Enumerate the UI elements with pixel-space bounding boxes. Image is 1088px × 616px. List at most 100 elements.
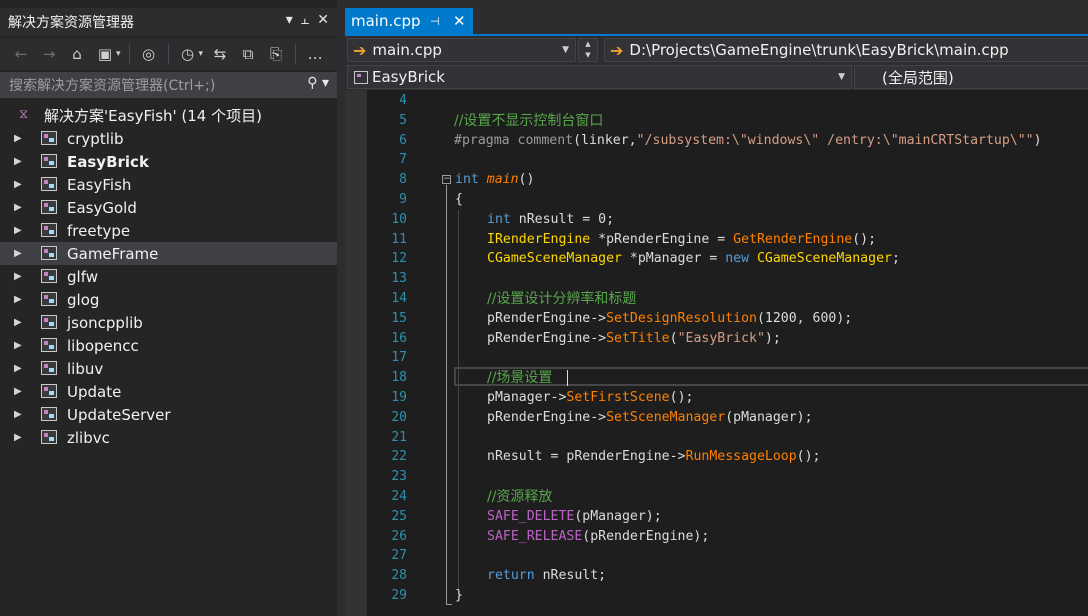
line-number: 24: [391, 489, 407, 504]
expand-arrow-icon[interactable]: ▶: [14, 294, 22, 305]
cpp-project-icon: [41, 407, 57, 421]
code-line-open-brace: {: [455, 192, 463, 207]
globe-icon[interactable]: ◎: [138, 43, 160, 65]
expand-arrow-icon[interactable]: ▶: [14, 340, 22, 351]
pin-tab-icon[interactable]: ⊣: [430, 15, 440, 28]
line-number: 7: [399, 152, 407, 168]
code-line: SAFE_RELEASE(pRenderEngine);: [487, 528, 710, 544]
project-label: glog: [67, 290, 100, 309]
code-editor: main.cpp ⊣ ✕ ➔ main.cpp ▼ ▲ ▼ ➔ D:\Projec…: [345, 0, 1088, 616]
file-navigation-bar: ➔ main.cpp ▼ ▲ ▼ ➔ D:\Projects\GameEngine…: [345, 36, 1088, 64]
project-label: libuv: [67, 359, 104, 378]
window-position-dropdown-icon[interactable]: ▾: [286, 12, 293, 28]
project-dropdown-value: EasyBrick: [372, 68, 445, 86]
tab-label: main.cpp: [351, 12, 421, 30]
cpp-project-icon: [41, 338, 57, 352]
forward-icon[interactable]: →: [38, 43, 60, 65]
tab-main-cpp[interactable]: main.cpp ⊣ ✕: [345, 8, 473, 34]
sync-with-document-icon[interactable]: ⇆: [209, 43, 231, 65]
expand-arrow-icon[interactable]: ▶: [14, 317, 22, 328]
code-line-pragma: #pragma comment(linker,"/subsystem:\"win…: [454, 132, 1042, 148]
project-node-updateserver[interactable]: ▶ UpdateServer: [0, 403, 337, 426]
expand-arrow-icon[interactable]: ▶: [14, 133, 22, 144]
project-node-gameframe[interactable]: ▶ GameFrame: [0, 242, 337, 265]
arrow-right-icon: ➔: [610, 40, 624, 60]
project-node-libopencc[interactable]: ▶ libopencc: [0, 334, 337, 357]
project-node-cryptlib[interactable]: ▶ cryptlib: [0, 127, 337, 150]
solution-explorer-title: 解决方案资源管理器: [8, 15, 134, 31]
scope-dropdown[interactable]: (全局范围): [854, 65, 1088, 89]
project-node-glfw[interactable]: ▶ glfw: [0, 265, 337, 288]
expand-arrow-icon[interactable]: ▶: [14, 179, 22, 190]
close-tab-icon[interactable]: ✕: [453, 12, 466, 30]
switch-views-icon[interactable]: ▣: [94, 43, 116, 65]
arrow-right-icon: ➔: [353, 40, 367, 60]
line-number: 8: [399, 172, 407, 188]
project-node-libuv[interactable]: ▶ libuv: [0, 357, 337, 380]
properties-icon[interactable]: …: [304, 43, 326, 65]
project-node-update[interactable]: ▶ Update: [0, 380, 337, 403]
project-node-zlibvc[interactable]: ▶ zlibvc: [0, 426, 337, 449]
collapse-icon[interactable]: −: [442, 175, 451, 184]
expand-arrow-icon[interactable]: ▶: [14, 156, 22, 167]
expand-arrow-icon[interactable]: ▶: [14, 248, 22, 259]
code-line: int nResult = 0;: [487, 211, 615, 227]
line-number: 28: [391, 568, 407, 584]
file-path-box[interactable]: ➔ D:\Projects\GameEngine\trunk\EasyBrick…: [604, 38, 1088, 62]
project-label: freetype: [67, 221, 131, 240]
code-line-comment: //设置设计分辨率和标题: [487, 291, 637, 307]
expand-arrow-icon[interactable]: ▶: [14, 432, 22, 443]
scope-dropdown-value: (全局范围): [882, 68, 954, 87]
expand-arrow-icon[interactable]: ▶: [14, 386, 22, 397]
code-line: pRenderEngine->SetSceneManager(pManager)…: [487, 409, 813, 425]
line-number: 18: [391, 370, 407, 386]
chevron-down-icon: ▼: [838, 72, 845, 82]
switch-views-dropdown-icon[interactable]: ▾: [116, 49, 121, 59]
collapse-all-icon[interactable]: ⧉: [237, 43, 259, 65]
cpp-project-icon: [41, 269, 57, 283]
solution-label: 解决方案'EasyFish' (14 个项目): [44, 107, 262, 125]
filter-dropdown-icon[interactable]: ▾: [199, 49, 204, 59]
line-number: 27: [391, 548, 407, 564]
code-line: pRenderEngine->SetDesignResolution(1200,…: [487, 310, 853, 326]
cpp-project-icon: [41, 223, 57, 237]
project-node-jsoncpplib[interactable]: ▶ jsoncpplib: [0, 311, 337, 334]
project-node-easybrick[interactable]: ▶ EasyBrick: [0, 150, 337, 173]
project-label: libopencc: [67, 336, 139, 355]
project-node-easygold[interactable]: ▶ EasyGold: [0, 196, 337, 219]
project-label: Update: [67, 382, 122, 401]
code-area[interactable]: 4 5 6 7 8 9 10 11 12 13 14 15 16 17 18 19 20 21 22 23 24 25 26…: [345, 90, 1088, 616]
show-all-files-icon[interactable]: ⎘: [265, 43, 287, 65]
code-line-comment: //场景设置: [487, 370, 553, 387]
expand-arrow-icon[interactable]: ▶: [14, 271, 22, 282]
code-line-comment: //资源释放: [487, 489, 553, 505]
file-dropdown-value: main.cpp: [372, 41, 442, 59]
project-node-glog[interactable]: ▶ glog: [0, 288, 337, 311]
project-node-easyfish[interactable]: ▶ EasyFish: [0, 173, 337, 196]
cpp-project-icon: [41, 292, 57, 306]
project-dropdown[interactable]: EasyBrick ▼: [347, 65, 852, 89]
project-label: glfw: [67, 267, 98, 286]
project-node-freetype[interactable]: ▶ freetype: [0, 219, 337, 242]
close-panel-icon[interactable]: ✕: [317, 12, 329, 28]
solution-node[interactable]: ⧖ 解决方案'EasyFish' (14 个项目): [0, 104, 337, 127]
indent-guide: [458, 210, 459, 600]
expand-arrow-icon[interactable]: ▶: [14, 409, 22, 420]
solution-explorer-search-box[interactable]: 搜索解决方案资源管理器(Ctrl+;) ⚲ ▾: [0, 72, 337, 98]
home-icon[interactable]: ⌂: [66, 43, 88, 65]
fold-guide: [446, 185, 447, 605]
search-icon[interactable]: ⚲ ▾: [307, 75, 329, 91]
cpp-project-icon: [354, 70, 368, 84]
expand-arrow-icon[interactable]: ▶: [14, 363, 22, 374]
pin-icon[interactable]: ⫠: [301, 12, 309, 28]
file-nav-spinner[interactable]: ▲ ▼: [578, 38, 598, 62]
expand-arrow-icon[interactable]: ▶: [14, 202, 22, 213]
pending-changes-filter-icon[interactable]: ◷: [177, 43, 199, 65]
cpp-project-icon: [41, 246, 57, 260]
expand-arrow-icon[interactable]: ▶: [14, 225, 22, 236]
back-icon[interactable]: ←: [10, 43, 32, 65]
file-dropdown[interactable]: ➔ main.cpp ▼: [347, 38, 576, 62]
code-line-main-signature: int main(): [455, 172, 535, 188]
cpp-project-icon: [41, 154, 57, 168]
cpp-project-icon: [41, 361, 57, 375]
